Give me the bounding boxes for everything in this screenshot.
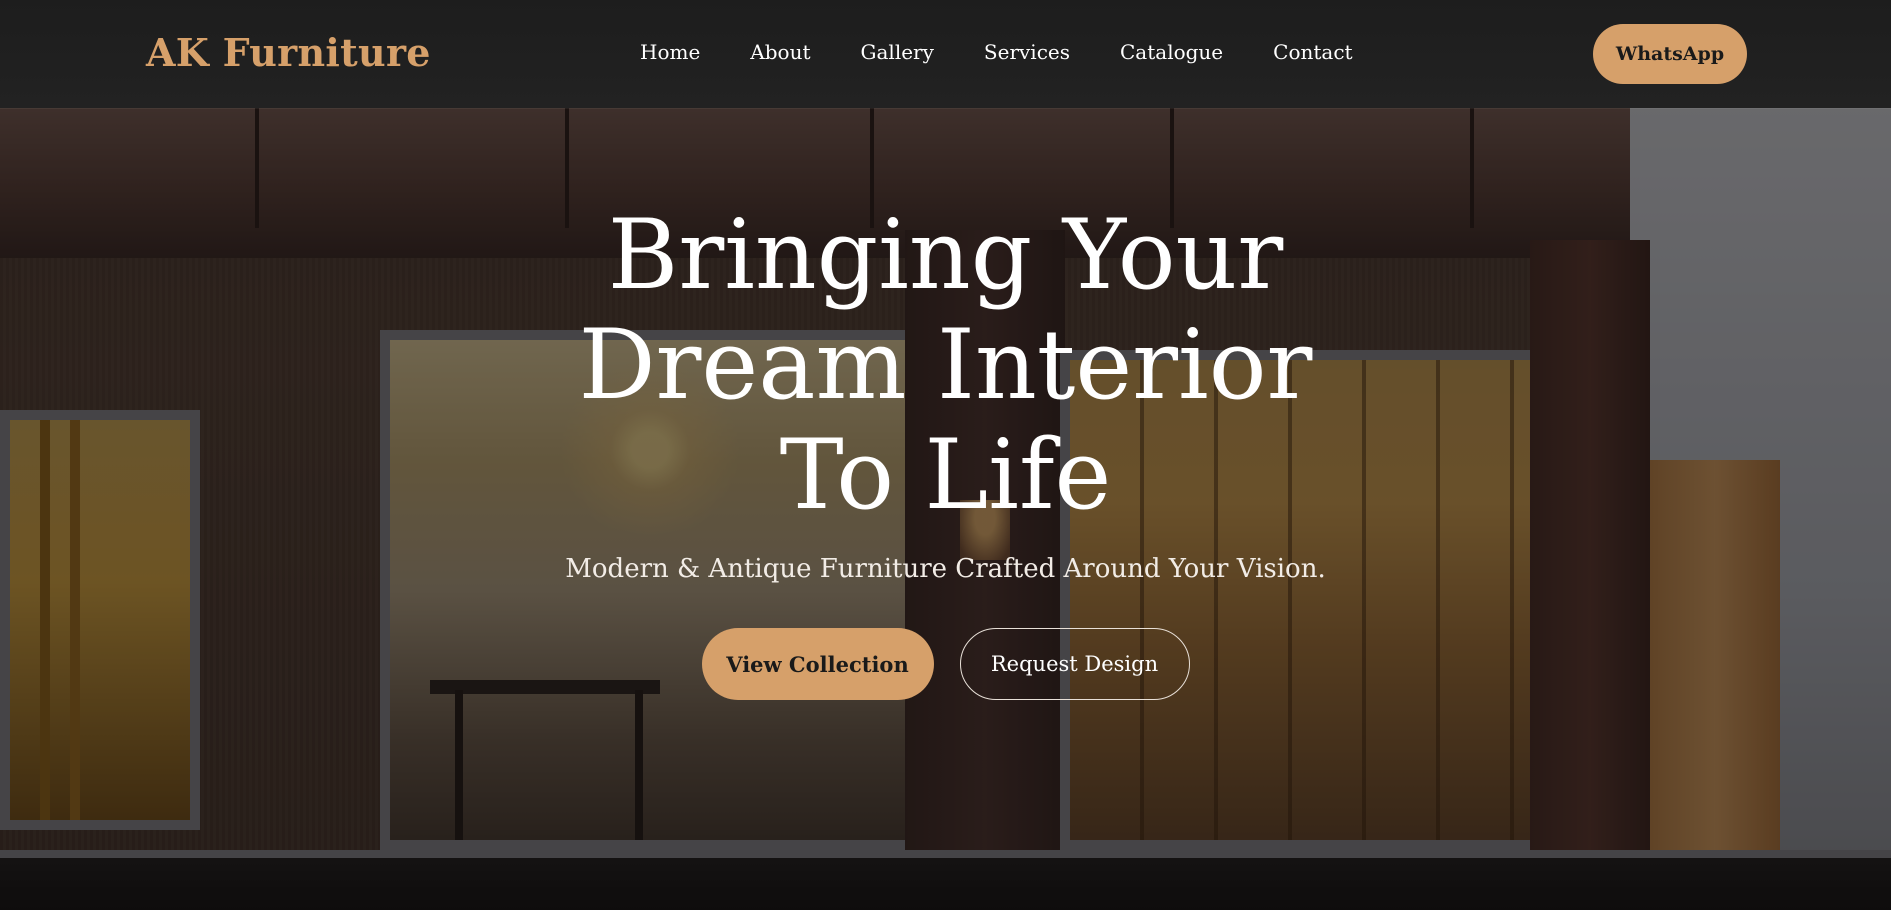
main-nav: Home About Gallery Services Catalogue Co…: [640, 40, 1353, 64]
request-design-button[interactable]: Request Design: [959, 628, 1190, 700]
hero-title-line: Dream Interior: [578, 309, 1313, 421]
whatsapp-button[interactable]: WhatsApp: [1593, 24, 1747, 84]
page: AK Furniture Home About Gallery Services…: [0, 0, 1891, 910]
hero-button-group: View Collection Request Design: [0, 628, 1891, 700]
nav-link-contact[interactable]: Contact: [1273, 40, 1352, 64]
hero-title-line: Bringing Your: [607, 199, 1284, 311]
brand-logo[interactable]: AK Furniture: [146, 30, 431, 75]
top-navbar: AK Furniture Home About Gallery Services…: [0, 0, 1891, 108]
hero-subtitle: Modern & Antique Furniture Crafted Aroun…: [565, 554, 1326, 584]
nav-link-home[interactable]: Home: [640, 40, 700, 64]
nav-link-about[interactable]: About: [750, 40, 810, 64]
hero-title-line: To Life: [779, 419, 1112, 531]
nav-link-gallery[interactable]: Gallery: [861, 40, 934, 64]
hero-title: Bringing Your Dream Interior To Life: [496, 200, 1396, 530]
nav-link-services[interactable]: Services: [984, 40, 1070, 64]
view-collection-button[interactable]: View Collection: [701, 628, 934, 700]
hero-section: Bringing Your Dream Interior To Life Mod…: [0, 200, 1891, 700]
nav-link-catalogue[interactable]: Catalogue: [1120, 40, 1223, 64]
